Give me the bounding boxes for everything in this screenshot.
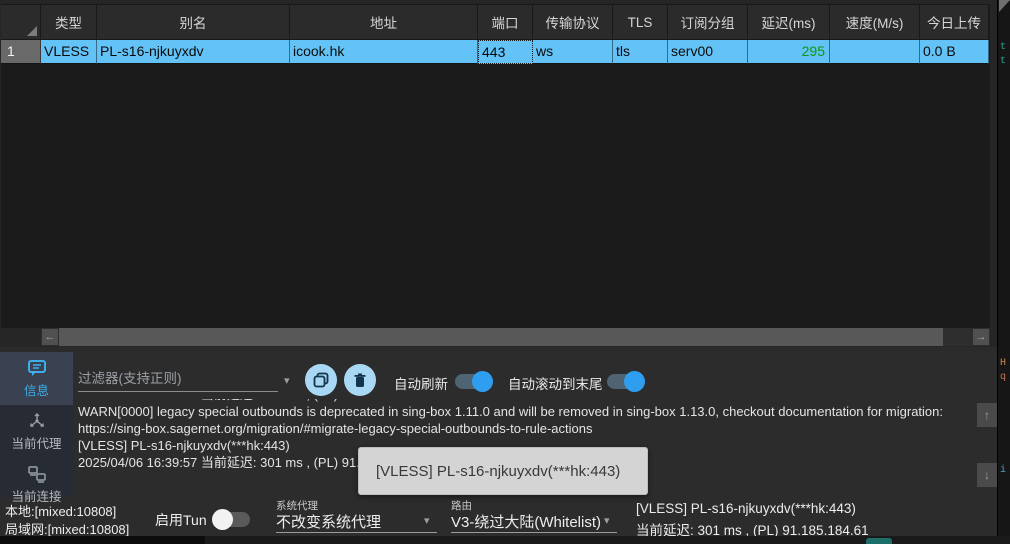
log-scroll-down-button[interactable]: ↓ xyxy=(977,463,997,487)
scroll-right-icon[interactable]: → xyxy=(973,329,989,345)
message-icon xyxy=(27,359,47,377)
sidebar-item-info[interactable]: 信息 xyxy=(0,352,73,405)
log-filter-input[interactable] xyxy=(78,366,278,392)
app-window: 类型 别名 地址 端口 传输协议 TLS 订阅分组 延迟(ms) 速度(M/s)… xyxy=(0,0,997,536)
cell-address[interactable]: icook.hk xyxy=(290,40,478,64)
toggle-knob xyxy=(472,371,493,392)
tooltip-text: [VLESS] PL-s16-njkuyxdv(***hk:443) xyxy=(376,463,620,480)
sidebar-item-label: 当前代理 xyxy=(11,437,61,451)
copy-logs-button[interactable] xyxy=(305,364,337,396)
copy-icon xyxy=(313,372,329,388)
taskbar-strip xyxy=(0,536,1010,544)
route-dropdown-arrow-icon[interactable]: ▾ xyxy=(604,514,610,527)
column-header-transport[interactable]: 传输协议 xyxy=(533,4,613,40)
cell-tls[interactable]: tls xyxy=(613,40,668,64)
current-node-text: [VLESS] PL-s16-njkuyxdv(***hk:443) xyxy=(636,501,856,516)
cell-alias[interactable]: PL-s16-njkuyxdv xyxy=(97,40,290,64)
filter-dropdown-arrow-icon[interactable]: ▾ xyxy=(284,374,290,387)
node-tooltip: [VLESS] PL-s16-njkuyxdv(***hk:443) xyxy=(358,447,648,495)
background-window-text: i xyxy=(1000,465,1006,476)
cell-upload[interactable]: 0.0 B xyxy=(920,40,989,64)
background-window-text: q xyxy=(1000,372,1006,383)
system-proxy-underline xyxy=(276,532,437,533)
sidebar-item-label: 信息 xyxy=(24,384,49,398)
column-header-address[interactable]: 地址 xyxy=(290,4,478,40)
table-row[interactable]: 1 VLESS PL-s16-njkuyxdv icook.hk 443 ws … xyxy=(1,40,989,64)
column-header-type[interactable]: 类型 xyxy=(41,4,97,40)
proxy-table: 类型 别名 地址 端口 传输协议 TLS 订阅分组 延迟(ms) 速度(M/s)… xyxy=(0,0,997,347)
auto-refresh-label: 自动刷新 xyxy=(394,373,448,393)
route-select[interactable]: V3-绕过大陆(Whitelist) xyxy=(451,511,601,532)
trash-icon xyxy=(353,373,367,388)
tun-label: 启用Tun xyxy=(155,510,207,530)
cell-transport[interactable]: ws xyxy=(533,40,613,64)
column-header-alias[interactable]: 别名 xyxy=(97,4,290,40)
background-window-corner xyxy=(999,0,1010,12)
row-index[interactable]: 1 xyxy=(1,40,41,64)
sidebar: 信息 当前代理 xyxy=(0,352,73,497)
route-underline xyxy=(451,532,617,533)
auto-scroll-toggle[interactable] xyxy=(607,374,643,389)
column-header-tls[interactable]: TLS xyxy=(613,4,668,40)
column-header-speed[interactable]: 速度(M/s) xyxy=(830,4,920,40)
background-window-text: t xyxy=(1000,56,1006,67)
cell-group[interactable]: serv00 xyxy=(668,40,748,64)
background-window-text: H xyxy=(1000,358,1006,369)
clear-logs-button[interactable] xyxy=(344,364,376,396)
column-header-delay[interactable]: 延迟(ms) xyxy=(748,4,830,40)
local-listen-address: 本地:[mixed:10808] xyxy=(5,501,116,520)
taskbar-dark-segment xyxy=(0,536,205,544)
desktop: 类型 别名 地址 端口 传输协议 TLS 订阅分组 延迟(ms) 速度(M/s)… xyxy=(0,0,1010,544)
horizontal-scrollbar[interactable]: ← → xyxy=(41,328,990,346)
cell-port[interactable]: 443 xyxy=(478,40,533,64)
cell-delay[interactable]: 295 xyxy=(748,40,830,64)
log-line: WARN[0000] legacy special outbounds is d… xyxy=(78,403,975,437)
select-all-corner[interactable] xyxy=(1,4,41,40)
sidebar-item-current-proxy[interactable]: 当前代理 xyxy=(0,405,73,458)
bottom-panel: 信息 当前代理 xyxy=(0,352,997,536)
log-scroll-up-button[interactable]: ↑ xyxy=(977,403,997,427)
system-proxy-select[interactable]: 不改变系统代理 xyxy=(276,511,381,532)
auto-refresh-toggle[interactable] xyxy=(455,374,491,389)
cell-type[interactable]: VLESS xyxy=(41,40,97,64)
background-window-edge: t t H q i xyxy=(997,0,1010,544)
scroll-left-icon[interactable]: ← xyxy=(42,329,58,345)
cell-speed[interactable] xyxy=(830,40,920,64)
column-header-port[interactable]: 端口 xyxy=(478,4,533,40)
corner-triangle-icon xyxy=(27,26,37,36)
connections-icon xyxy=(27,465,47,483)
proxy-routes-icon xyxy=(27,412,47,430)
column-header-upload[interactable]: 今日上传 xyxy=(920,4,989,40)
horizontal-scrollbar-thumb[interactable] xyxy=(59,328,943,346)
table-header-row: 类型 别名 地址 端口 传输协议 TLS 订阅分组 延迟(ms) 速度(M/s)… xyxy=(1,4,989,40)
system-proxy-dropdown-arrow-icon[interactable]: ▾ xyxy=(424,514,430,527)
taskbar-teal-indicator xyxy=(866,538,892,544)
toggle-knob xyxy=(624,371,645,392)
toggle-knob xyxy=(212,509,233,530)
auto-scroll-label: 自动滚动到末尾 xyxy=(508,373,603,393)
background-window-text: t xyxy=(1000,42,1006,53)
tun-toggle[interactable] xyxy=(214,512,250,527)
column-header-group[interactable]: 订阅分组 xyxy=(668,4,748,40)
